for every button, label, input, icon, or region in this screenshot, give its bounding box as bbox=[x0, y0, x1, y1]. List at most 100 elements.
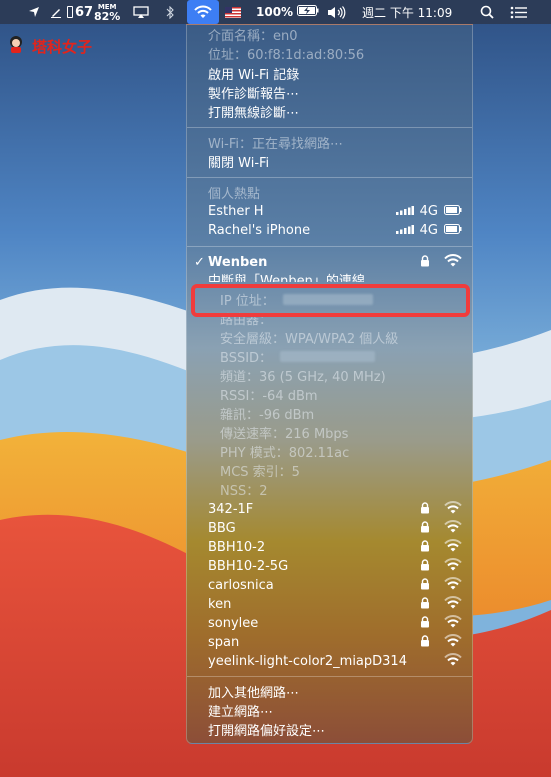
hotspot-name: Rachel's iPhone bbox=[208, 223, 311, 238]
battery-status[interactable]: 100% bbox=[256, 0, 319, 24]
volume-icon[interactable] bbox=[327, 0, 347, 24]
lock-icon bbox=[420, 254, 430, 271]
memory-status[interactable]: MEM 82% bbox=[94, 0, 120, 24]
network-item[interactable]: BBH10-2 bbox=[208, 538, 462, 557]
bssid: BSSID： bbox=[220, 347, 462, 366]
bluetooth-icon[interactable] bbox=[166, 0, 175, 24]
battery-icon bbox=[444, 204, 462, 219]
battery-icon bbox=[444, 223, 462, 238]
battery-percent: 100% bbox=[256, 5, 294, 19]
wifi-menu-icon[interactable] bbox=[187, 0, 219, 24]
network-name: carlosnica bbox=[208, 578, 274, 593]
open-wireless-diagnostics[interactable]: 打開無線診斷⋯ bbox=[208, 102, 462, 121]
ip-address-highlight bbox=[191, 284, 470, 317]
bssid-redacted bbox=[280, 351, 376, 362]
network-item[interactable]: 342-1F bbox=[208, 500, 462, 519]
join-other-network[interactable]: 加入其他網路⋯ bbox=[208, 682, 462, 701]
location-icon[interactable] bbox=[28, 0, 40, 24]
network-name: BBH10-2-5G bbox=[208, 559, 289, 574]
enable-wifi-logging[interactable]: 啟用 Wi-Fi 記錄 bbox=[208, 64, 462, 83]
airplay-icon[interactable] bbox=[133, 0, 149, 24]
network-name: sonylee bbox=[208, 616, 259, 631]
watermark-text: 塔科女子 bbox=[32, 37, 93, 56]
network-name: BBG bbox=[208, 521, 236, 536]
nss: NSS：2 bbox=[220, 484, 268, 499]
wifi-signal-icon bbox=[444, 615, 462, 632]
wifi-signal-icon bbox=[444, 539, 462, 556]
hotspot-item[interactable]: Esther H 4G bbox=[208, 202, 462, 221]
network-name: span bbox=[208, 635, 240, 650]
lock-icon bbox=[420, 596, 430, 613]
wifi-signal-icon bbox=[444, 558, 462, 575]
security-level: 安全層級：WPA/WPA2 個人級 bbox=[220, 332, 399, 347]
hotspot-item[interactable]: Rachel's iPhone 4G bbox=[208, 221, 462, 240]
network-item[interactable]: span bbox=[208, 633, 462, 652]
network-name: yeelink-light-color2_miapD314 bbox=[208, 654, 407, 669]
disconnect-network[interactable]: 中斷與「Wenben」的連線 bbox=[208, 270, 462, 282]
lock-icon bbox=[420, 501, 430, 518]
network-item[interactable]: BBG bbox=[208, 519, 462, 538]
checkmark-icon: ✓ bbox=[194, 255, 205, 270]
turn-off-wifi[interactable]: 關閉 Wi-Fi bbox=[208, 152, 462, 171]
battery-status-left[interactable]: 67 bbox=[67, 0, 93, 24]
clock[interactable]: 週二 下午 11:09 bbox=[362, 0, 452, 24]
wifi-dropdown-menu: 介面名稱：en0 位址：60:f8:1d:ad:80:56 啟用 Wi-Fi 記… bbox=[186, 24, 473, 744]
hotspot-name: Esther H bbox=[208, 204, 264, 219]
mem-value: 82% bbox=[94, 10, 121, 23]
wifi-status: Wi-Fi：正在尋找網路⋯ bbox=[208, 137, 344, 152]
signal-bars-icon bbox=[395, 223, 414, 238]
hotspot-header: 個人熱點 bbox=[208, 187, 261, 202]
wifi-signal-icon bbox=[444, 577, 462, 594]
pen-icon[interactable] bbox=[50, 0, 62, 24]
menu-bar: 67 MEM 82% 100% 週二 下午 11:09 bbox=[0, 0, 551, 24]
notification-center-icon[interactable] bbox=[510, 0, 528, 24]
wifi-signal-icon bbox=[444, 501, 462, 518]
lock-icon bbox=[420, 615, 430, 632]
create-network[interactable]: 建立網路⋯ bbox=[208, 701, 462, 720]
separator bbox=[187, 676, 472, 677]
interface-name: 介面名稱：en0 bbox=[208, 29, 298, 44]
bssid-label: BSSID： bbox=[220, 351, 273, 366]
separator bbox=[187, 177, 472, 178]
network-item[interactable]: yeelink-light-color2_miapD314 bbox=[208, 652, 462, 671]
wifi-signal-icon bbox=[444, 254, 462, 271]
network-name: ken bbox=[208, 597, 232, 612]
network-item[interactable]: carlosnica bbox=[208, 576, 462, 595]
separator bbox=[187, 127, 472, 128]
avatar-icon bbox=[6, 34, 26, 58]
create-diagnostics-report[interactable]: 製作診斷報告⋯ bbox=[208, 83, 462, 102]
lock-icon bbox=[420, 634, 430, 651]
lock-icon bbox=[420, 577, 430, 594]
wifi-signal-icon bbox=[444, 596, 462, 613]
lock-icon bbox=[420, 539, 430, 556]
hotspot-signal: 4G bbox=[419, 204, 438, 219]
separator bbox=[187, 246, 472, 247]
rssi: RSSI：-64 dBm bbox=[220, 389, 318, 404]
phy-mode: PHY 模式：802.11ac bbox=[220, 446, 350, 461]
spotlight-search-icon[interactable] bbox=[480, 0, 494, 24]
battery-small-icon bbox=[67, 6, 73, 18]
flag-us-icon[interactable] bbox=[225, 0, 241, 24]
battery-charging-icon bbox=[297, 5, 319, 19]
watermark-logo: 塔科女子 bbox=[6, 34, 92, 58]
network-name: Wenben bbox=[208, 255, 268, 270]
wifi-signal-icon bbox=[444, 520, 462, 537]
mac-address: 位址：60:f8:1d:ad:80:56 bbox=[208, 48, 365, 63]
wifi-signal-icon bbox=[444, 653, 462, 670]
network-item[interactable]: ken bbox=[208, 595, 462, 614]
battery-left-percent: 67 bbox=[75, 4, 94, 20]
network-item[interactable]: sonylee bbox=[208, 614, 462, 633]
channel: 頻道：36 (5 GHz, 40 MHz) bbox=[220, 370, 386, 385]
wifi-signal-icon bbox=[444, 634, 462, 651]
tx-rate: 傳送速率：216 Mbps bbox=[220, 427, 349, 442]
lock-icon bbox=[420, 558, 430, 575]
lock-icon bbox=[420, 520, 430, 537]
open-network-preferences[interactable]: 打開網路偏好設定⋯ bbox=[208, 720, 462, 739]
mcs-index: MCS 索引：5 bbox=[220, 465, 300, 480]
signal-bars-icon bbox=[395, 204, 414, 219]
network-name: BBH10-2 bbox=[208, 540, 266, 555]
noise: 雜訊：-96 dBm bbox=[220, 408, 315, 423]
network-name: 342-1F bbox=[208, 502, 254, 517]
network-item[interactable]: BBH10-2-5G bbox=[208, 557, 462, 576]
hotspot-signal: 4G bbox=[419, 223, 438, 238]
